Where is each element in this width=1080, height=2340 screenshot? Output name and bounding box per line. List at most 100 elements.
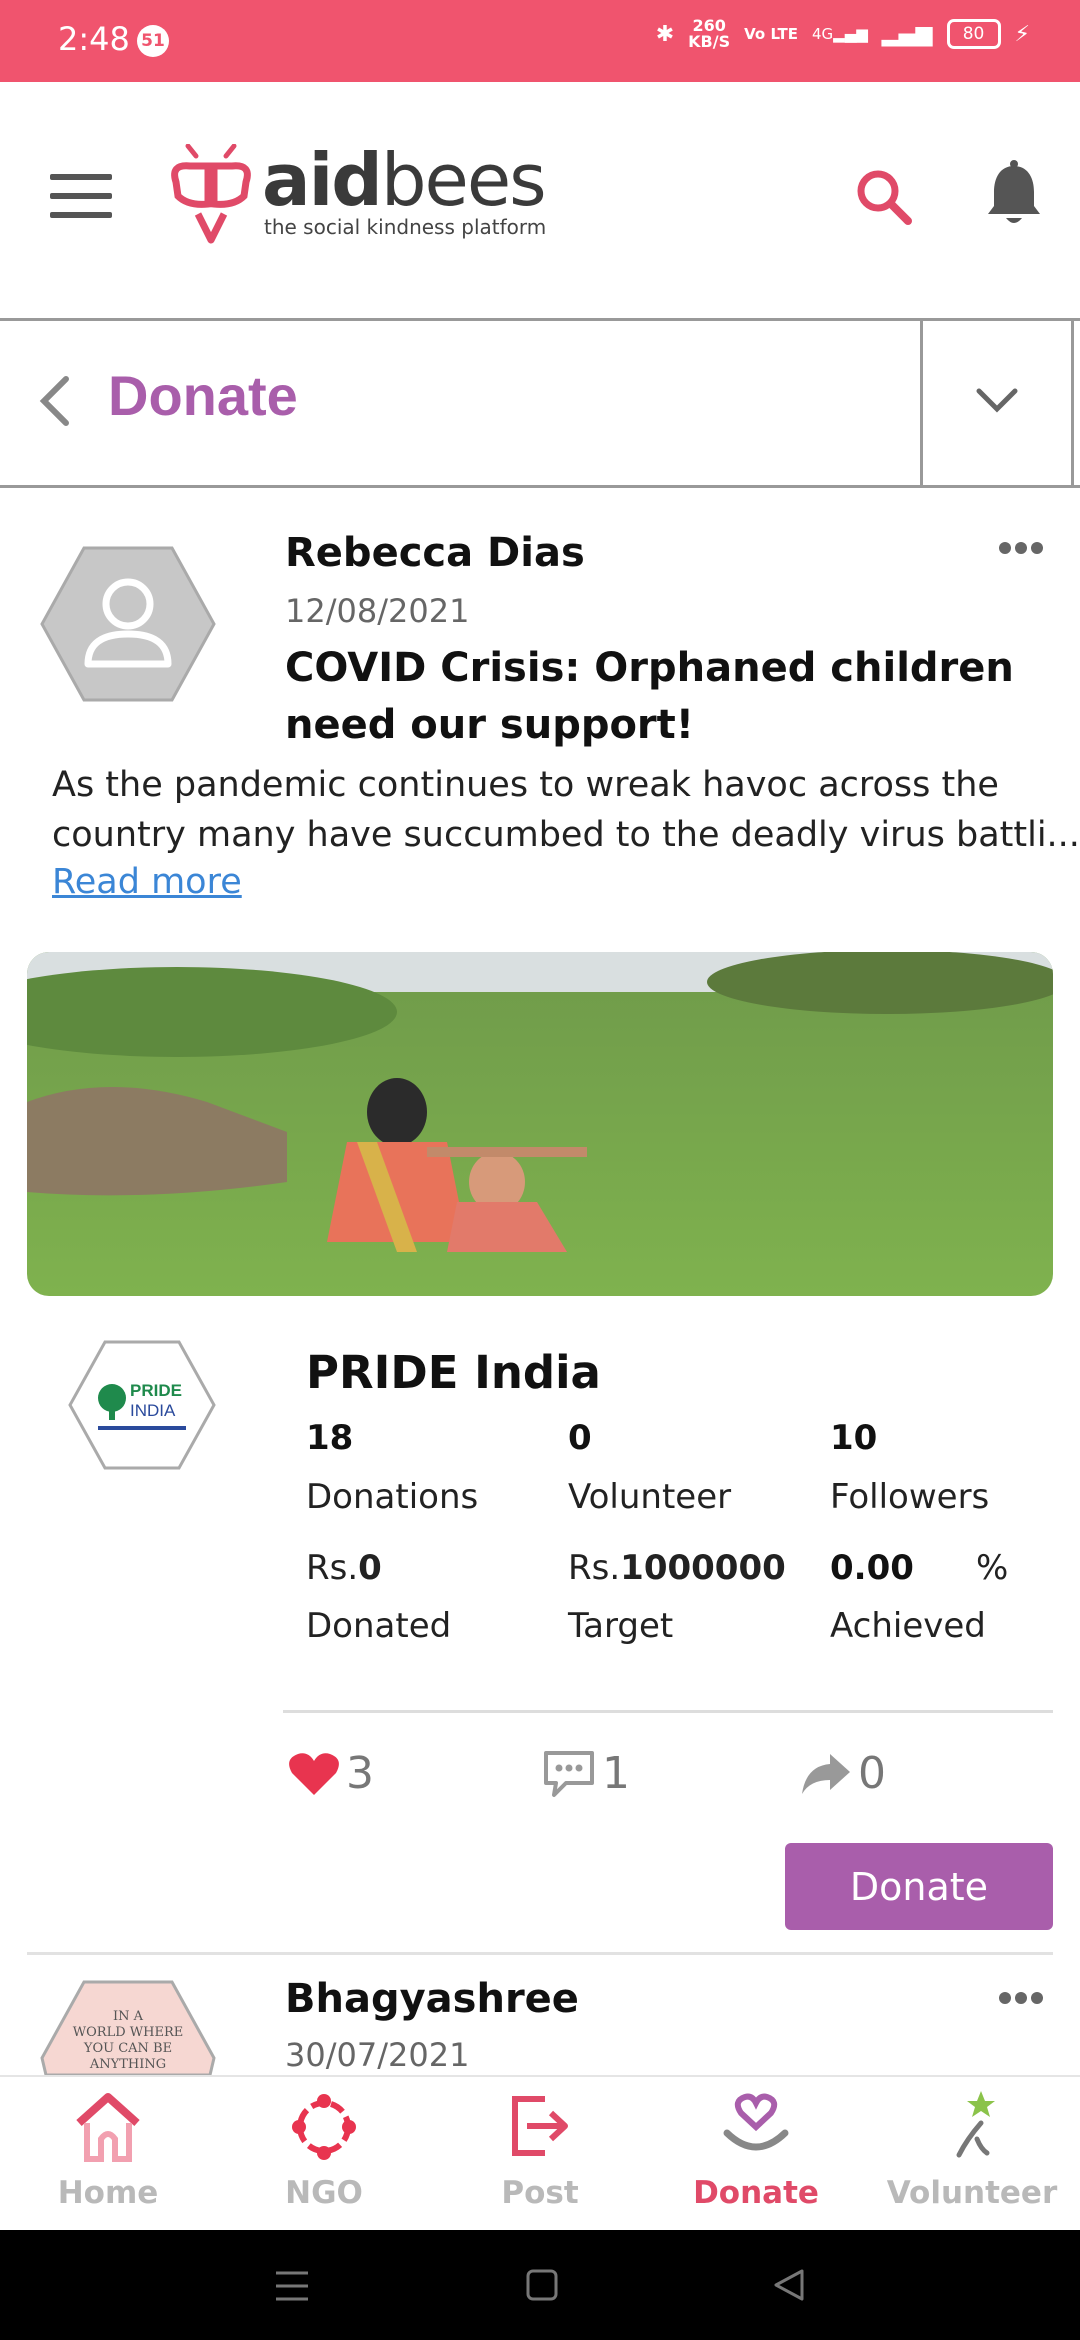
- author-avatar[interactable]: [40, 546, 216, 702]
- currency-prefix: Rs.: [568, 1548, 621, 1588]
- page-title: Donate: [108, 364, 298, 427]
- target-label: Target: [568, 1606, 674, 1646]
- achieved-unit: %: [976, 1548, 1009, 1588]
- ngo-logo-text: PRIDE: [130, 1381, 182, 1400]
- menu-line: [50, 174, 112, 180]
- ngo-icon: [292, 2094, 356, 2160]
- logo-text-bold: aid: [262, 138, 383, 222]
- status-icons: ✱ 260 KB/S Vo LTE 4G▂▄▆ ▂▄▆ 80 ⚡: [656, 18, 1030, 50]
- nav-label: Donate: [693, 2175, 819, 2211]
- like-count: 3: [346, 1748, 374, 1799]
- like-button[interactable]: 3: [288, 1748, 374, 1799]
- nav-label: NGO: [285, 2175, 363, 2211]
- target-amount: Rs.1000000: [568, 1548, 786, 1588]
- heart-icon: [289, 1752, 339, 1795]
- page-title-bar: Donate: [0, 318, 1080, 488]
- avatar-text: WORLD WHERE: [73, 2025, 183, 2040]
- home-icon: [76, 2093, 140, 2162]
- home-square-icon[interactable]: [525, 2268, 559, 2302]
- more-options-icon[interactable]: [998, 540, 1044, 556]
- comment-count: 1: [602, 1748, 630, 1799]
- achieved-value: 0.00: [830, 1548, 914, 1588]
- nav-volunteer[interactable]: Volunteer: [864, 2077, 1080, 2232]
- post-body-line: country many have succumbed to the deadl…: [52, 815, 1080, 855]
- post-separator: [27, 1952, 1053, 1955]
- status-bar: 2:48 51 ✱ 260 KB/S Vo LTE 4G▂▄▆ ▂▄▆ 80 ⚡: [0, 0, 1080, 82]
- target-value: 1000000: [620, 1548, 786, 1588]
- donations-label: Donations: [306, 1477, 479, 1517]
- charging-icon: ⚡: [1014, 21, 1030, 47]
- bell-icon[interactable]: [984, 160, 1044, 230]
- achieved-label: Achieved: [830, 1606, 986, 1646]
- donated-amount: Rs.0: [306, 1548, 382, 1588]
- volte-icon: Vo LTE: [744, 25, 798, 43]
- donated-label: Donated: [306, 1606, 452, 1646]
- donated-value: 0: [358, 1548, 382, 1588]
- post-date: 12/08/2021: [285, 592, 470, 630]
- signal-icon: 4G▂▄▆: [812, 25, 868, 43]
- avatar-text: ANYTHING: [89, 2057, 166, 2072]
- battery-icon: 80: [946, 19, 1001, 49]
- donate-button[interactable]: Donate: [785, 1843, 1053, 1930]
- post-author[interactable]: Bhagyashree: [285, 1976, 579, 2022]
- post-icon: [512, 2096, 568, 2156]
- bluetooth-icon: ✱: [655, 21, 675, 47]
- volunteer-icon: [956, 2091, 995, 2158]
- notification-count-badge: 51: [137, 25, 169, 57]
- followers-label: Followers: [830, 1477, 990, 1517]
- signal-type: 4G: [812, 25, 834, 43]
- app-header: aidbees the social kindness platform: [0, 82, 1080, 318]
- post-date: 30/07/2021: [285, 2036, 470, 2074]
- menu-line: [50, 193, 112, 199]
- signal-icon-2: ▂▄▆: [881, 21, 933, 47]
- post-image[interactable]: [27, 952, 1053, 1296]
- nav-post[interactable]: Post: [432, 2077, 648, 2232]
- share-icon: [802, 1753, 850, 1794]
- post-title[interactable]: COVID Crisis: Orphaned children need our…: [285, 640, 1025, 754]
- more-options-icon[interactable]: [998, 1990, 1044, 2006]
- comment-icon: [544, 1750, 594, 1797]
- status-time: 2:48: [58, 20, 130, 58]
- logo-text-light: bees: [380, 138, 547, 222]
- logo-tagline: the social kindness platform: [264, 215, 547, 239]
- share-button[interactable]: 0: [800, 1748, 886, 1799]
- donate-icon: [723, 2093, 789, 2151]
- author-avatar[interactable]: IN A WORLD WHERE YOU CAN BE ANYTHING: [40, 1980, 216, 2075]
- nav-label: Home: [57, 2175, 159, 2211]
- currency-prefix: Rs.: [306, 1548, 359, 1588]
- donations-count: 18: [306, 1418, 354, 1458]
- avatar-text: YOU CAN BE: [83, 2041, 172, 2056]
- nav-label: Volunteer: [886, 2175, 1058, 2211]
- back-triangle-icon[interactable]: [772, 2268, 806, 2302]
- chevron-down-icon: [976, 388, 1018, 413]
- post-body-line: As the pandemic continues to wreak havoc…: [52, 765, 999, 805]
- ngo-logo[interactable]: PRIDE INDIA: [68, 1340, 216, 1470]
- volunteer-count: 0: [568, 1418, 592, 1458]
- nav-donate[interactable]: Donate: [648, 2077, 864, 2232]
- bottom-navigation: Home NGO Post Donate Volunteer: [0, 2075, 1080, 2232]
- followers-count: 10: [830, 1418, 878, 1458]
- category-dropdown[interactable]: [920, 321, 1074, 485]
- nav-ngo[interactable]: NGO: [216, 2077, 432, 2232]
- net-speed: 260 KB/S: [688, 16, 731, 51]
- ngo-logo-text-2: INDIA: [130, 1401, 176, 1420]
- search-icon[interactable]: [854, 167, 914, 227]
- menu-button[interactable]: [50, 174, 112, 231]
- divider: [283, 1710, 1053, 1713]
- comment-button[interactable]: 1: [542, 1748, 630, 1799]
- nav-label: Post: [501, 2175, 579, 2211]
- volunteer-label: Volunteer: [568, 1477, 732, 1517]
- nav-home[interactable]: Home: [0, 2077, 216, 2232]
- menu-line: [50, 212, 112, 218]
- read-more-link[interactable]: Read more: [52, 862, 242, 902]
- back-chevron-icon[interactable]: [36, 371, 72, 431]
- post-author[interactable]: Rebecca Dias: [285, 530, 585, 576]
- recents-icon[interactable]: [274, 2270, 310, 2302]
- aidbees-logo-icon: [171, 144, 251, 244]
- post-body: As the pandemic continues to wreak havoc…: [52, 760, 1080, 860]
- share-count: 0: [858, 1748, 886, 1799]
- system-navigation-bar: [0, 2230, 1080, 2340]
- post-photo: [27, 952, 1053, 1296]
- ngo-name[interactable]: PRIDE India: [306, 1346, 601, 1399]
- avatar-text: IN A: [113, 2009, 144, 2024]
